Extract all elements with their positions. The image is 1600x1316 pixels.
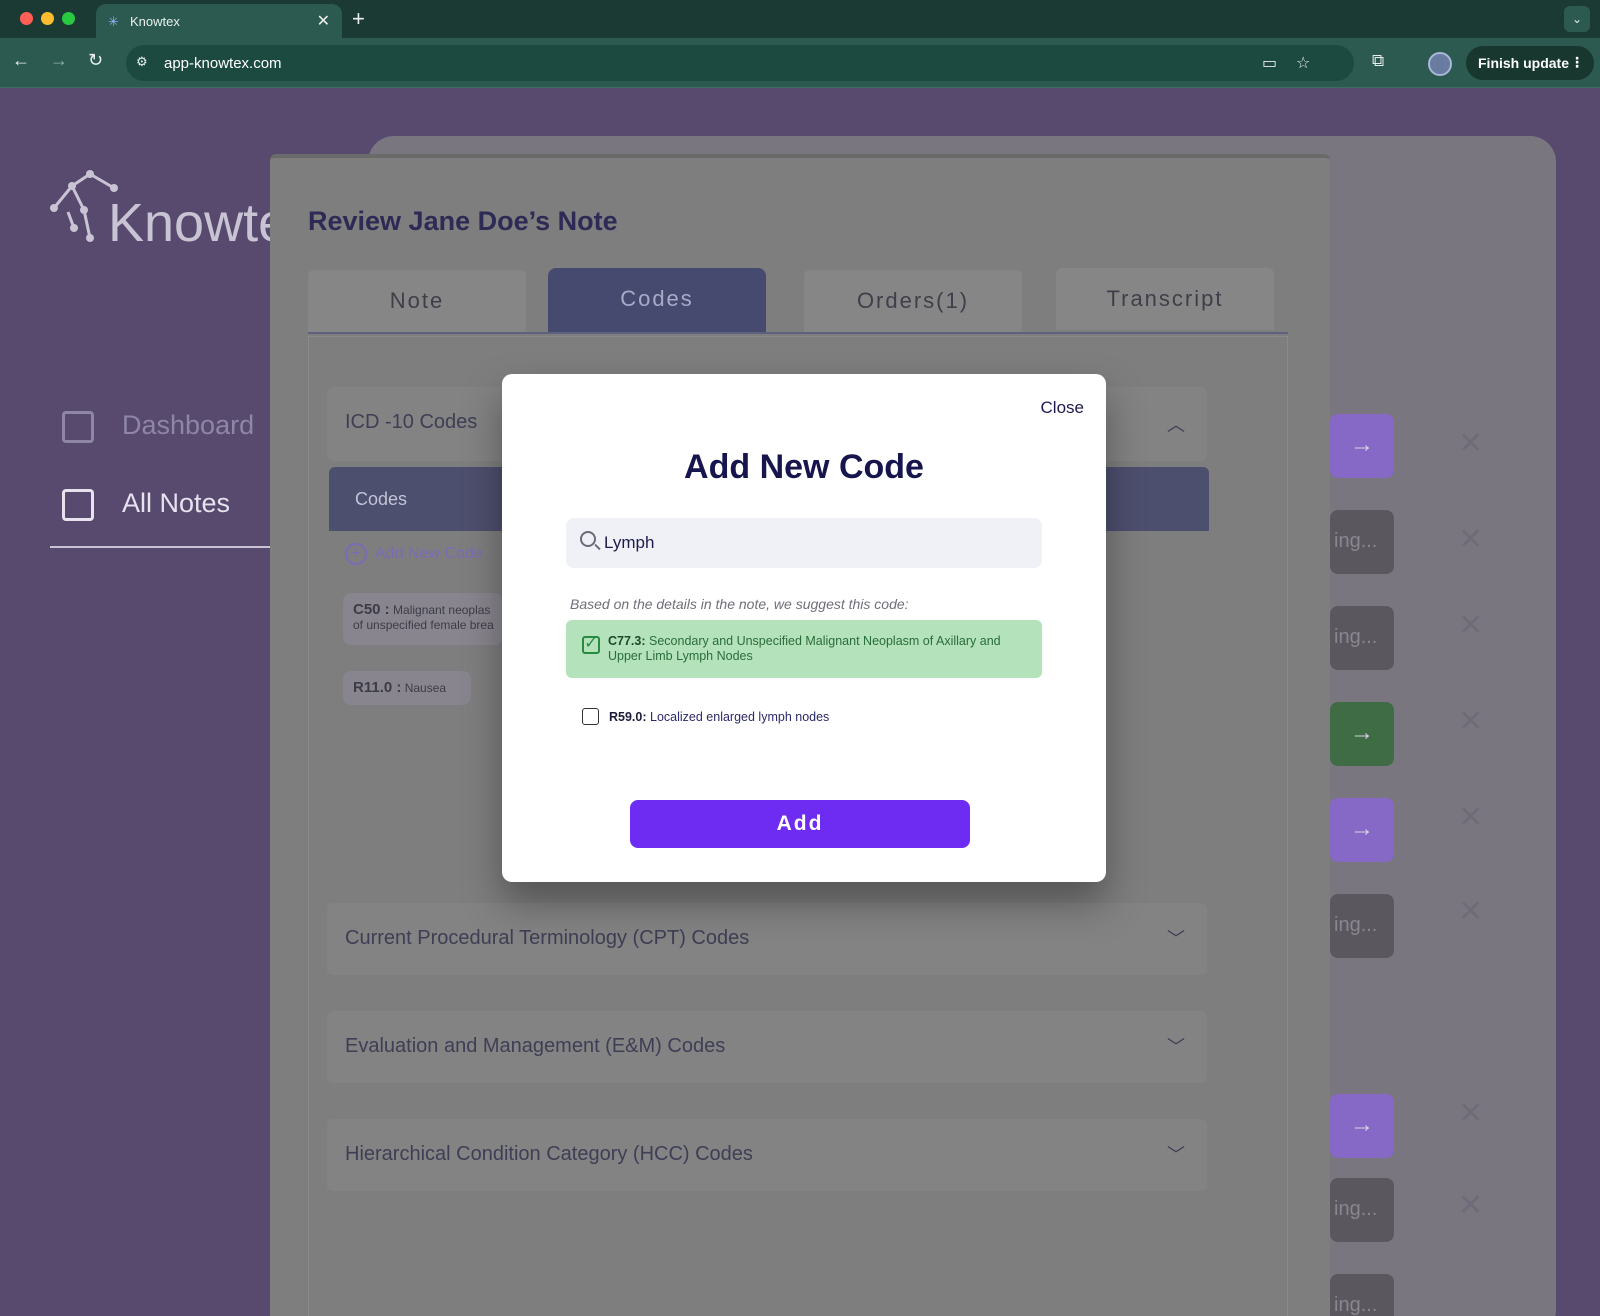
search-icon [580,531,596,547]
processing-status-label: ing... [1334,1294,1378,1316]
delete-note-icon[interactable]: ✕ [1458,426,1483,461]
tab-close-icon[interactable]: ✕ [317,11,330,31]
sidebar-item-label: Dashboard [122,410,255,440]
cpt-accordion[interactable]: Current Procedural Terminology (CPT) Cod… [327,903,1207,975]
processing-status: ing... [1330,1178,1394,1242]
plus-circle-icon: + [345,543,367,565]
cpt-accordion-title: Current Procedural Terminology (CPT) Cod… [345,927,750,949]
delete-note-icon[interactable]: ✕ [1458,704,1483,739]
bookmark-star-icon[interactable]: ☆ [1296,53,1310,73]
page-title: Review Jane Doe’s Note [308,206,618,236]
code-chip-desc: Nausea [404,681,447,695]
add-new-code-modal: Close Add New Code Based on the details … [502,374,1106,882]
code-chip[interactable]: R11.0 : Nausea [343,671,471,705]
code-option-desc: Localized enlarged lymph nodes [650,710,830,724]
site-settings-icon[interactable]: ⚙ [136,54,148,70]
hcc-accordion-title: Hierarchical Condition Category (HCC) Co… [345,1143,753,1165]
delete-note-icon[interactable]: ✕ [1458,894,1483,929]
code-chip-code: C50 : [353,601,390,618]
processing-status-label: ing... [1334,626,1378,648]
window-close-button[interactable] [20,12,33,25]
finish-update-button[interactable]: Finish update ⋮ [1466,46,1594,80]
em-accordion[interactable]: Evaluation and Management (E&M) Codes ﹀ [327,1011,1207,1083]
chevron-down-icon[interactable]: ﹀ [1167,1033,1185,1059]
processing-status: ing... [1330,894,1394,958]
code-chip-desc-line2: of unspecified female brea [353,618,494,632]
code-search-input[interactable] [604,528,1024,558]
tab-orders[interactable]: Orders(1) [804,270,1022,332]
open-note-button[interactable]: → [1330,702,1394,766]
open-note-button[interactable]: → [1330,414,1394,478]
hcc-accordion[interactable]: Hierarchical Condition Category (HCC) Co… [327,1119,1207,1191]
sidebar-item-all-notes[interactable]: All Notes [62,488,230,521]
checked-checkbox-icon[interactable]: ✓ [582,636,600,654]
delete-note-icon[interactable]: ✕ [1458,522,1483,557]
back-arrow-icon[interactable]: ← [12,50,30,71]
window-minimize-button[interactable] [41,12,54,25]
browser-menu-icon[interactable]: ⋮ [1570,54,1584,71]
reload-icon[interactable]: ↻ [88,50,103,71]
knowtex-favicon-icon: ✳ [108,14,119,29]
profile-avatar[interactable] [1428,52,1452,76]
knowtex-logo: Knowtex [48,168,315,253]
modal-close-button[interactable]: Close [1041,398,1084,418]
browser-tab-title: Knowtex [130,14,180,29]
code-option-checkbox[interactable] [582,708,599,725]
add-new-code-button[interactable]: + Add New Code [345,543,483,565]
review-tabs: Note Codes Orders(1) Transcript [308,268,1288,334]
notes-icon [62,488,94,521]
monitor-icon [62,410,94,443]
code-chip-code: R11.0 : [353,679,402,696]
forward-arrow-icon[interactable]: → [50,50,68,71]
chevron-down-icon[interactable]: ﹀ [1167,1141,1185,1167]
code-chip-desc: Malignant neoplas [393,603,491,617]
processing-status: ing... [1330,606,1394,670]
suggested-code-desc: Secondary and Unspecified Malignant Neop… [608,634,1001,663]
browser-tab-bar: ✳ Knowtex ✕ + ⌄ [0,0,1600,38]
code-chip[interactable]: C50 : Malignant neoplas of unspecified f… [343,593,503,645]
suggested-code-text: C77.3: Secondary and Unspecified Maligna… [608,634,1028,664]
open-note-button[interactable]: → [1330,798,1394,862]
processing-status: ing... [1330,1274,1394,1316]
codes-column-header: Codes [355,489,408,509]
sidebar-active-underline [50,546,280,548]
delete-note-icon[interactable]: ✕ [1458,800,1483,835]
sidebar-item-dashboard[interactable]: Dashboard [62,410,254,443]
window-maximize-button[interactable] [62,12,75,25]
browser-tab[interactable]: ✳ Knowtex ✕ [96,4,342,38]
tab-transcript[interactable]: Transcript [1056,268,1274,330]
extensions-puzzle-icon[interactable]: ⧉ [1372,51,1384,71]
chevron-up-icon[interactable]: ︿ [1167,411,1185,437]
tab-codes[interactable]: Codes [548,268,766,332]
modal-title: Add New Code [684,448,924,486]
new-tab-icon[interactable]: + [352,6,365,32]
delete-note-icon[interactable]: ✕ [1458,1188,1483,1223]
code-option-text: R59.0: Localized enlarged lymph nodes [609,710,829,724]
browser-toolbar: ← → ↻ ⚙ app-knowtex.com ▭ ☆ ⧉ Finish upd… [0,38,1600,88]
processing-status: ing... [1330,510,1394,574]
processing-status-label: ing... [1334,1198,1378,1220]
code-search-field[interactable] [566,518,1042,568]
cast-icon[interactable]: ▭ [1262,53,1277,73]
finish-update-label: Finish update [1478,55,1569,71]
tab-search-icon[interactable]: ⌄ [1564,6,1590,32]
suggestion-label: Based on the details in the note, we sug… [570,596,909,612]
tab-note[interactable]: Note [308,270,526,332]
code-option-code: R59.0: [609,710,647,724]
delete-note-icon[interactable]: ✕ [1458,608,1483,643]
add-code-button[interactable]: Add [630,800,970,848]
open-note-button[interactable]: → [1330,1094,1394,1158]
add-new-code-label: Add New Code [375,545,483,562]
url-text[interactable]: app-knowtex.com [164,55,282,72]
icd10-accordion-title: ICD -10 Codes [345,411,478,433]
processing-status-label: ing... [1334,530,1378,552]
processing-status-label: ing... [1334,914,1378,936]
suggested-code: C77.3: [608,634,646,648]
delete-note-icon[interactable]: ✕ [1458,1096,1483,1131]
address-bar[interactable]: ⚙ app-knowtex.com ▭ ☆ [126,45,1354,81]
em-accordion-title: Evaluation and Management (E&M) Codes [345,1035,726,1057]
chevron-down-icon[interactable]: ﹀ [1167,925,1185,951]
suggested-code-option[interactable]: ✓ C77.3: Secondary and Unspecified Malig… [566,620,1042,678]
sidebar-item-label: All Notes [122,488,231,518]
